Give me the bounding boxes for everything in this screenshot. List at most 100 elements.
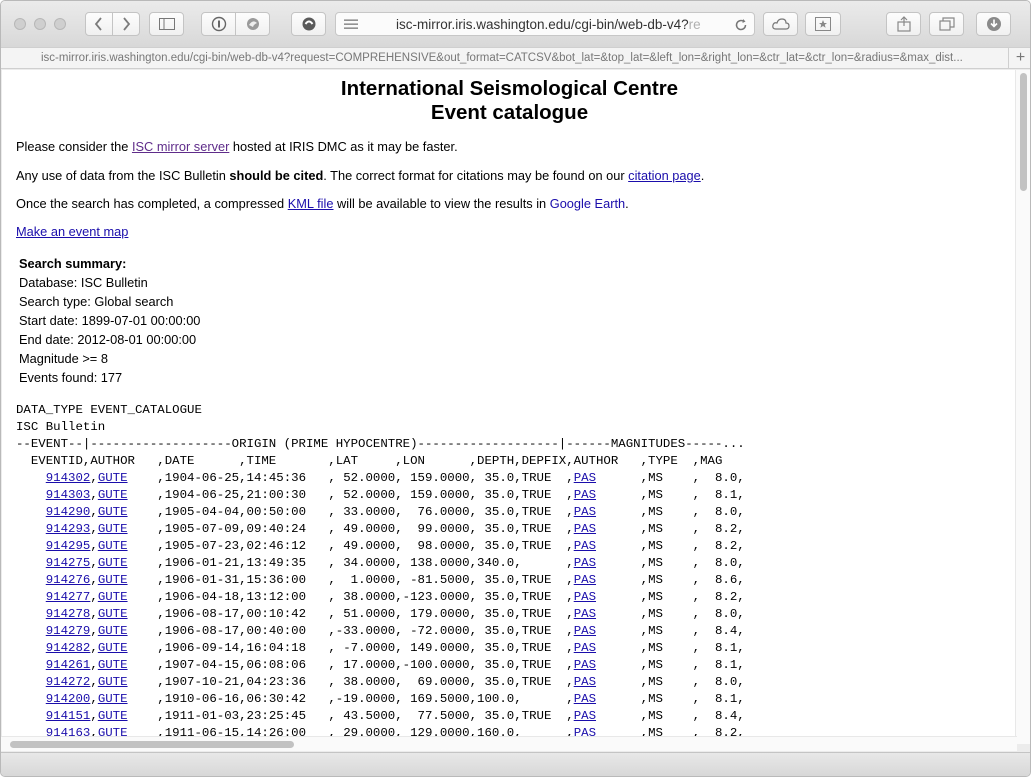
event-author-link[interactable]: GUTE — [98, 488, 128, 502]
downloads-button[interactable] — [976, 12, 1011, 36]
horizontal-scrollbar[interactable] — [1, 736, 1017, 751]
event-id-link[interactable]: 914151 — [46, 709, 91, 723]
magnitude-author-link[interactable]: PAS — [574, 471, 596, 485]
catalogue-row: 914293,GUTE ,1905-07-09,09:40:24 , 49.00… — [16, 521, 745, 538]
address-bar[interactable]: isc-mirror.iris.washington.edu/cgi-bin/w… — [335, 12, 755, 36]
share-button[interactable] — [886, 12, 921, 36]
event-author-link[interactable]: GUTE — [98, 658, 128, 672]
magnitude-author-link[interactable]: PAS — [574, 641, 596, 655]
address-text[interactable]: isc-mirror.iris.washington.edu/cgi-bin/w… — [396, 17, 726, 32]
event-id-link[interactable]: 914302 — [46, 471, 91, 485]
magnitude-author-link[interactable]: PAS — [574, 539, 596, 553]
new-tab-button[interactable]: + — [1008, 48, 1030, 68]
event-origin-values: ,1906-08-17,00:40:00 ,-33.0000, -72.0000… — [127, 624, 574, 638]
event-author-link[interactable]: GUTE — [98, 607, 128, 621]
event-id-link[interactable]: 914279 — [46, 624, 91, 638]
event-id-link[interactable]: 914261 — [46, 658, 91, 672]
event-author-link[interactable]: GUTE — [98, 556, 128, 570]
address-host: isc-mirror.iris.washington.edu — [396, 17, 571, 32]
magnitude-author-link[interactable]: PAS — [574, 692, 596, 706]
event-author-link[interactable]: GUTE — [98, 522, 128, 536]
icloud-tabs-button[interactable] — [763, 12, 798, 36]
sidebar-button[interactable] — [149, 12, 184, 36]
event-author-link[interactable]: GUTE — [98, 641, 128, 655]
row-indent — [16, 488, 46, 502]
vertical-scroll-thumb[interactable] — [1020, 73, 1027, 191]
citation-text-after: . — [700, 168, 705, 183]
event-origin-values: ,1904-06-25,21:00:30 , 52.0000, 159.0000… — [127, 488, 574, 502]
magnitude-author-link[interactable]: PAS — [574, 658, 596, 672]
event-id-link[interactable]: 914282 — [46, 641, 91, 655]
row-comma: , — [90, 675, 98, 689]
vertical-scrollbar[interactable] — [1015, 70, 1030, 744]
horizontal-scroll-thumb[interactable] — [10, 741, 294, 748]
row-indent — [16, 590, 46, 604]
event-id-link[interactable]: 914303 — [46, 488, 91, 502]
back-button[interactable] — [85, 12, 113, 36]
bird-extension-button[interactable] — [235, 12, 270, 36]
event-author-link[interactable]: GUTE — [98, 573, 128, 587]
event-origin-values: ,1906-04-18,13:12:00 , 38.0000,-123.0000… — [127, 590, 574, 604]
event-origin-values: ,1910-06-16,06:30:42 ,-19.0000, 169.5000… — [127, 692, 574, 706]
magnitude-author-link[interactable]: PAS — [574, 522, 596, 536]
magnitude-author-link[interactable]: PAS — [574, 709, 596, 723]
event-id-link[interactable]: 914290 — [46, 505, 91, 519]
kml-file-link[interactable]: KML file — [288, 196, 334, 211]
magnitude-values: ,MS , 8.0, — [596, 607, 745, 621]
row-indent — [16, 675, 46, 689]
magnitude-author-link[interactable]: PAS — [574, 556, 596, 570]
reader-icon[interactable] — [344, 19, 358, 30]
event-id-link[interactable]: 914276 — [46, 573, 91, 587]
event-origin-values: ,1905-07-23,02:46:12 , 49.0000, 98.0000,… — [127, 539, 574, 553]
row-indent — [16, 709, 46, 723]
magnitude-author-link[interactable]: PAS — [574, 505, 596, 519]
magnitude-author-link[interactable]: PAS — [574, 573, 596, 587]
row-comma: , — [90, 488, 98, 502]
isc-mirror-link[interactable]: ISC mirror server — [132, 139, 229, 154]
magnitude-author-link[interactable]: PAS — [574, 590, 596, 604]
info-extension-button[interactable] — [201, 12, 236, 36]
citation-text-before: Any use of data from the ISC Bulletin — [16, 168, 230, 183]
event-origin-values: ,1906-01-21,13:49:35 , 34.0000, 138.0000… — [127, 556, 574, 570]
catalogue-row: 914277,GUTE ,1906-04-18,13:12:00 , 38.00… — [16, 589, 745, 606]
event-id-link[interactable]: 914200 — [46, 692, 91, 706]
magnitude-author-link[interactable]: PAS — [574, 624, 596, 638]
event-map-paragraph: Make an event map — [16, 224, 128, 239]
make-event-map-link[interactable]: Make an event map — [16, 224, 128, 239]
event-id-link[interactable]: 914275 — [46, 556, 91, 570]
row-comma: , — [90, 692, 98, 706]
reload-icon[interactable] — [734, 18, 748, 32]
event-author-link[interactable]: GUTE — [98, 471, 128, 485]
event-author-link[interactable]: GUTE — [98, 539, 128, 553]
event-id-link[interactable]: 914277 — [46, 590, 91, 604]
citation-page-link[interactable]: citation page — [628, 168, 701, 183]
forward-button[interactable] — [112, 12, 140, 36]
event-author-link[interactable]: GUTE — [98, 709, 128, 723]
event-origin-values: ,1904-06-25,14:45:36 , 52.0000, 159.0000… — [127, 471, 574, 485]
event-id-link[interactable]: 914293 — [46, 522, 91, 536]
catalogue-row: 914151,GUTE ,1911-01-03,23:25:45 , 43.50… — [16, 708, 745, 725]
event-id-link[interactable]: 914278 — [46, 607, 91, 621]
catalogue-data-type: DATA_TYPE EVENT_CATALOGUE — [16, 403, 202, 417]
show-tabs-button[interactable] — [929, 12, 964, 36]
row-comma: , — [90, 556, 98, 570]
zoom-window-button[interactable] — [54, 18, 66, 30]
catalogue-row: 914275,GUTE ,1906-01-21,13:49:35 , 34.00… — [16, 555, 745, 572]
row-comma: , — [90, 641, 98, 655]
event-id-link[interactable]: 914295 — [46, 539, 91, 553]
event-author-link[interactable]: GUTE — [98, 590, 128, 604]
magnitude-author-link[interactable]: PAS — [574, 607, 596, 621]
magnitude-author-link[interactable]: PAS — [574, 675, 596, 689]
close-window-button[interactable] — [14, 18, 26, 30]
event-author-link[interactable]: GUTE — [98, 675, 128, 689]
event-id-link[interactable]: 914272 — [46, 675, 91, 689]
event-author-link[interactable]: GUTE — [98, 692, 128, 706]
page-subtitle: Event catalogue — [430, 101, 589, 124]
minimize-window-button[interactable] — [34, 18, 46, 30]
bookmark-button[interactable] — [805, 12, 841, 36]
event-author-link[interactable]: GUTE — [98, 505, 128, 519]
stop-extension-button[interactable] — [291, 12, 326, 36]
download-icon — [986, 17, 1001, 31]
magnitude-author-link[interactable]: PAS — [574, 488, 596, 502]
event-author-link[interactable]: GUTE — [98, 624, 128, 638]
